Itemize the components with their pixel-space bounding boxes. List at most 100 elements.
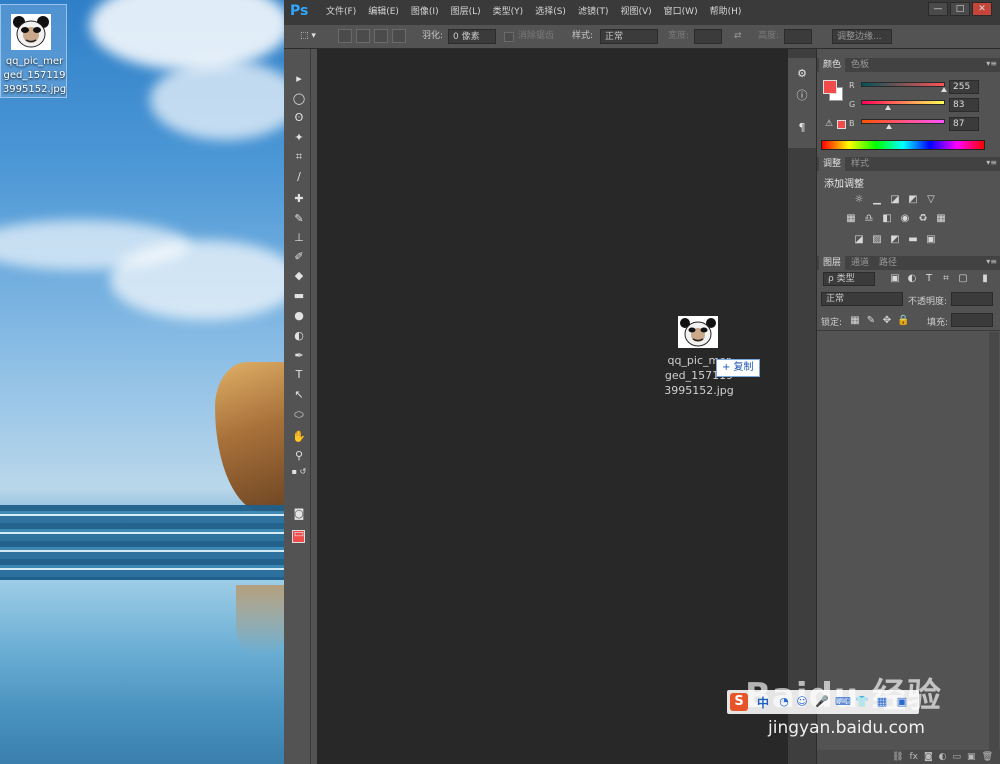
tab-color[interactable]: 颜色	[819, 58, 846, 72]
new-layer-icon[interactable]: ▣	[967, 750, 976, 764]
opacity-input[interactable]	[951, 292, 993, 306]
emoji-icon[interactable]: ☺	[795, 695, 809, 709]
filter-toggle-icon[interactable]: ▮	[979, 273, 991, 285]
menu-layer[interactable]: 图层(L)	[445, 0, 487, 25]
brush-tool-icon[interactable]: ✎	[291, 211, 307, 227]
clone-stamp-tool-icon[interactable]: ⊥	[291, 230, 307, 246]
layer-style-icon[interactable]: fx	[909, 750, 918, 764]
menu-window[interactable]: 窗口(W)	[658, 0, 704, 25]
color-fg-swatch[interactable]	[823, 80, 837, 94]
width-input[interactable]	[694, 29, 722, 44]
color-spectrum-ramp[interactable]	[821, 140, 985, 150]
eraser-tool-icon[interactable]: ◆	[291, 268, 307, 284]
style-select[interactable]: 正常	[600, 29, 658, 44]
skin-icon[interactable]: 👕	[855, 695, 869, 709]
minimize-button[interactable]: —	[928, 2, 948, 16]
intersect-selection-icon[interactable]	[392, 29, 406, 43]
photo-filter-icon[interactable]: ◉	[899, 213, 911, 225]
brightness-contrast-icon[interactable]: ☼	[853, 194, 865, 206]
history-panel-icon[interactable]: ⚙	[794, 66, 810, 82]
keyboard-icon[interactable]: ⌨	[835, 695, 851, 709]
menu-image[interactable]: 图像(I)	[405, 0, 445, 25]
menu-filter[interactable]: 滤镜(T)	[572, 0, 615, 25]
delete-layer-icon[interactable]: 🗑	[982, 750, 993, 764]
close-button[interactable]: ✕	[972, 2, 992, 16]
pen-tool-icon[interactable]: ✒	[291, 348, 307, 364]
panel-menu-icon[interactable]: ▾≡	[986, 158, 997, 167]
slider-g-value[interactable]: 83	[949, 98, 979, 112]
subtract-selection-icon[interactable]	[374, 29, 388, 43]
ellipse-tool-icon[interactable]: ⬭	[291, 407, 307, 423]
feather-input[interactable]: 0 像素	[448, 29, 496, 44]
fill-input[interactable]	[951, 313, 993, 327]
posterize-icon[interactable]: ▨	[871, 234, 883, 246]
color-balance-icon[interactable]: ♎	[863, 213, 875, 225]
filter-smart-object-icon[interactable]: ▢	[957, 273, 969, 285]
panel-menu-icon[interactable]: ▾≡	[986, 257, 997, 266]
filter-pixel-icon[interactable]: ▣	[889, 273, 901, 285]
new-selection-icon[interactable]	[338, 29, 352, 43]
link-layers-icon[interactable]: ⛓	[892, 750, 903, 764]
selective-color-icon[interactable]: ▣	[925, 234, 937, 246]
menu-file[interactable]: 文件(F)	[320, 0, 362, 25]
lock-transparent-icon[interactable]: ▦	[849, 315, 861, 327]
slider-b-value[interactable]: 87	[949, 117, 979, 131]
hand-tool-icon[interactable]: ✋	[291, 429, 307, 445]
tab-layers[interactable]: 图层	[819, 256, 846, 270]
quick-mask-icon[interactable]: ◙	[291, 506, 307, 522]
tab-styles[interactable]: 样式	[847, 157, 873, 171]
menu-grid-icon[interactable]: ▣	[895, 695, 909, 709]
menu-view[interactable]: 视图(V)	[614, 0, 657, 25]
move-tool-icon[interactable]: ▸	[291, 71, 307, 87]
screen-mode-icon[interactable]: ▭	[291, 526, 307, 542]
eyedropper-tool-icon[interactable]: ∕	[291, 169, 307, 185]
toolbox-icon[interactable]: ▦	[875, 695, 889, 709]
blend-mode-select[interactable]: 正常	[821, 292, 903, 306]
filter-shape-icon[interactable]: ⌗	[940, 273, 952, 285]
blur-tool-icon[interactable]: ●	[291, 308, 307, 324]
history-brush-tool-icon[interactable]: ✐	[291, 249, 307, 265]
slider-r-value[interactable]: 255	[949, 80, 979, 94]
antialias-checkbox[interactable]	[504, 32, 514, 42]
marquee-tool-icon[interactable]: ◯	[291, 91, 307, 107]
new-adjustment-icon[interactable]: ◐	[939, 750, 947, 764]
menu-type[interactable]: 类型(Y)	[487, 0, 530, 25]
slider-r-thumb[interactable]	[941, 87, 947, 92]
gamut-warning-icon[interactable]: ⚠	[825, 119, 833, 129]
slider-g-track[interactable]	[861, 100, 945, 105]
menu-select[interactable]: 选择(S)	[529, 0, 572, 25]
tab-channels[interactable]: 通道	[847, 256, 873, 270]
filter-adjustment-icon[interactable]: ◐	[906, 273, 918, 285]
menu-edit[interactable]: 编辑(E)	[362, 0, 405, 25]
menu-help[interactable]: 帮助(H)	[704, 0, 748, 25]
default-colors-icon[interactable]: ▪ ↺	[291, 464, 307, 480]
height-input[interactable]	[784, 29, 812, 44]
magic-wand-tool-icon[interactable]: ✦	[291, 130, 307, 146]
ime-mode-indicator[interactable]: 中	[757, 694, 769, 711]
hue-saturation-icon[interactable]: ▦	[845, 213, 857, 225]
lock-position-icon[interactable]: ✥	[881, 315, 893, 327]
tab-paths[interactable]: 路径	[875, 256, 901, 270]
layer-filter-select[interactable]: ρ 类型	[823, 272, 875, 286]
character-panel-icon[interactable]: ¶	[794, 120, 810, 136]
exposure-icon[interactable]: ◩	[907, 194, 919, 206]
gradient-tool-icon[interactable]: ▬	[291, 288, 307, 304]
lock-image-icon[interactable]: ✎	[865, 315, 877, 327]
desktop-file-icon[interactable]: qq_pic_mer ged_157119 3995152.jpg	[0, 4, 67, 98]
slider-g-thumb[interactable]	[885, 105, 891, 110]
path-selection-tool-icon[interactable]: ↖	[291, 387, 307, 403]
tab-adjustments[interactable]: 调整	[819, 157, 846, 171]
threshold-icon[interactable]: ◩	[889, 234, 901, 246]
marquee-tool-preset-icon[interactable]: ⬚ ▾	[300, 29, 322, 44]
lasso-tool-icon[interactable]: ʘ	[291, 110, 307, 126]
new-group-icon[interactable]: ▭	[953, 750, 962, 764]
layers-scrollbar[interactable]	[989, 332, 999, 750]
type-tool-icon[interactable]: T	[291, 367, 307, 383]
add-selection-icon[interactable]	[356, 29, 370, 43]
invert-icon[interactable]: ◪	[853, 234, 865, 246]
slider-b-thumb[interactable]	[886, 124, 892, 129]
black-white-icon[interactable]: ◧	[881, 213, 893, 225]
gamut-swatch[interactable]	[837, 120, 846, 129]
vibrance-icon[interactable]: ▽	[925, 194, 937, 206]
refine-edge-button[interactable]: 调整边缘...	[832, 29, 892, 44]
